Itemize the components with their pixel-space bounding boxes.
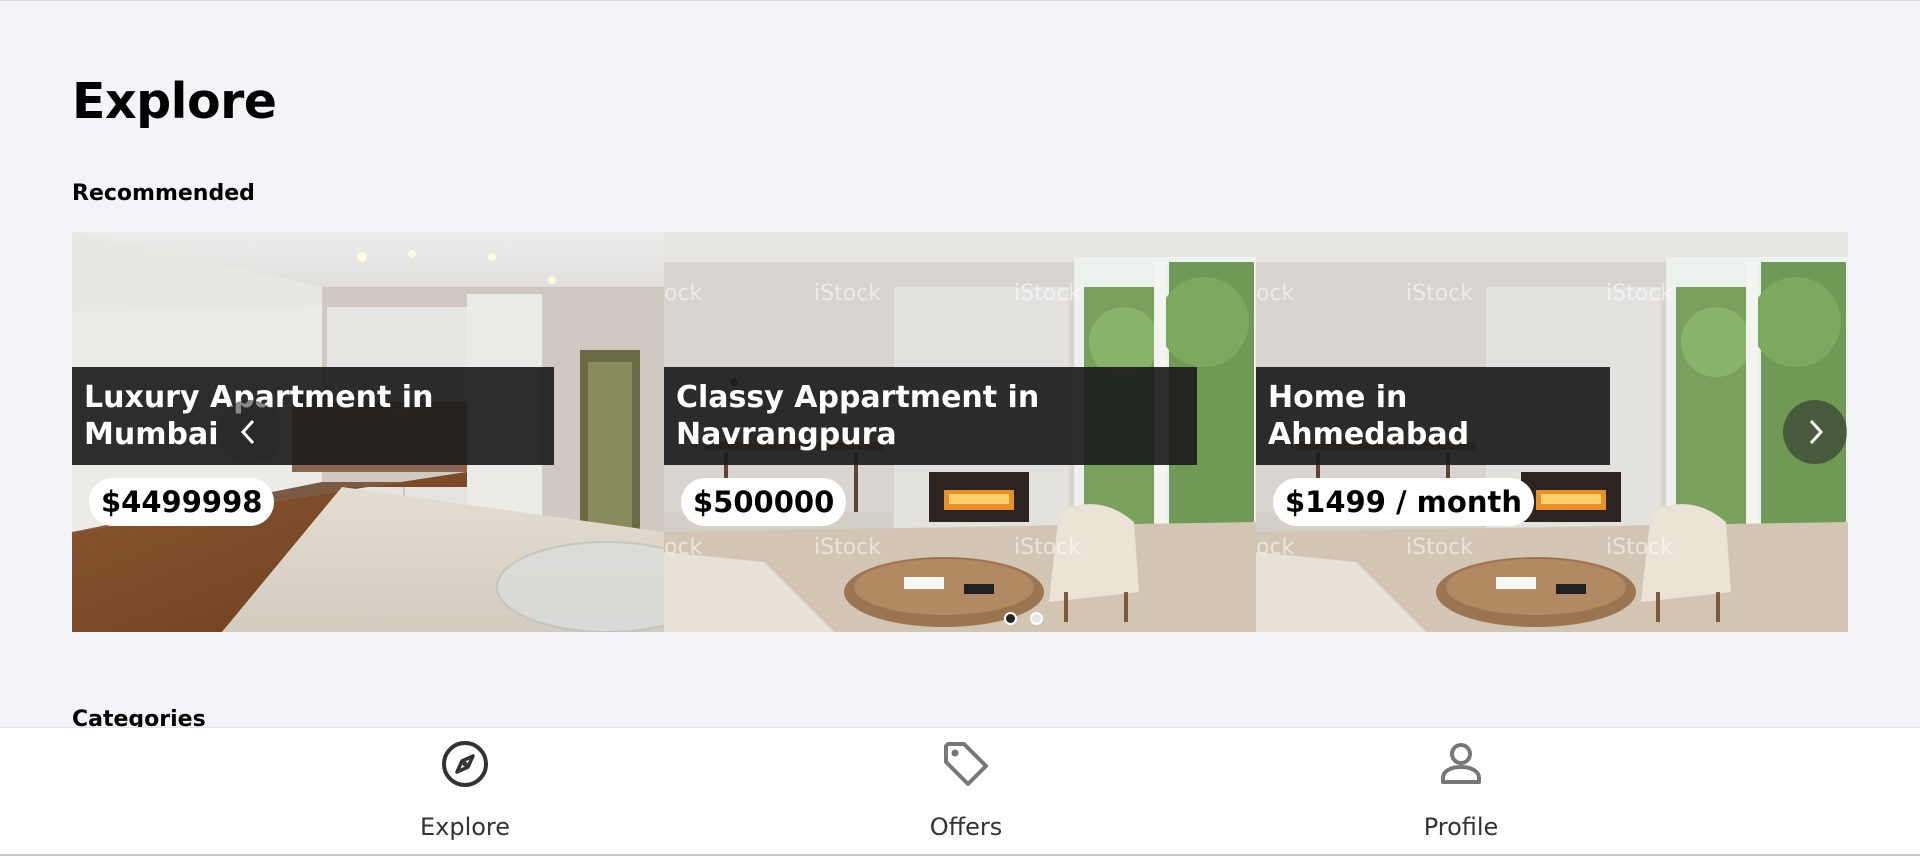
- svg-text:iStock: iStock: [1606, 535, 1673, 560]
- tag-icon: [944, 742, 988, 786]
- page-title: Explore: [72, 73, 277, 130]
- svg-text:iStock: iStock: [814, 535, 881, 560]
- nav-offers[interactable]: Offers: [866, 728, 1066, 856]
- listing-card[interactable]: ock iStock iStock ock iStock iStock Classy A…: [664, 232, 1256, 632]
- bottom-navigation: Explore Offers Profile: [0, 728, 1920, 856]
- listing-price: $500000: [681, 478, 847, 526]
- svg-text:iStock: iStock: [1014, 535, 1081, 560]
- chevron-right-icon: [1809, 419, 1824, 445]
- listing-card[interactable]: ock iStock iStock ock iStock iStock Home in …: [1256, 232, 1848, 632]
- listing-price: $4499998: [89, 478, 275, 526]
- pagination-dot[interactable]: [1030, 612, 1043, 625]
- svg-text:ock: ock: [664, 281, 703, 306]
- recommended-carousel[interactable]: Luxury Apartment in Mumbai $4499998 ock …: [72, 232, 1848, 632]
- nav-offers-label: Offers: [929, 813, 1003, 841]
- chevron-left-icon: [240, 419, 255, 445]
- nav-profile[interactable]: Profile: [1361, 728, 1561, 856]
- listing-price: $1499 / month: [1273, 478, 1534, 526]
- listing-title: Home in Ahmedabad: [1256, 367, 1610, 465]
- svg-text:iStock: iStock: [1406, 281, 1473, 306]
- recommended-heading: Recommended: [72, 181, 255, 206]
- nav-explore-label: Explore: [419, 813, 511, 841]
- svg-text:ock: ock: [1256, 535, 1295, 560]
- person-icon: [1441, 743, 1481, 784]
- compass-icon: [442, 741, 488, 787]
- listing-title: Luxury Apartment in Mumbai: [72, 367, 554, 465]
- nav-profile-label: Profile: [1423, 813, 1499, 841]
- svg-text:iStock: iStock: [1406, 535, 1473, 560]
- svg-text:iStock: iStock: [1606, 281, 1673, 306]
- svg-text:iStock: iStock: [1014, 281, 1081, 306]
- carousel-prev-button[interactable]: [217, 400, 281, 464]
- nav-explore[interactable]: Explore: [365, 728, 565, 856]
- listing-title: Classy Appartment in Navrangpura: [664, 367, 1197, 465]
- carousel-pagination: [1004, 612, 1043, 625]
- pagination-dot[interactable]: [1004, 612, 1017, 625]
- top-divider: [0, 0, 1920, 1]
- svg-text:ock: ock: [664, 535, 703, 560]
- carousel-next-button[interactable]: [1783, 400, 1847, 464]
- svg-text:ock: ock: [1256, 281, 1295, 306]
- listing-card[interactable]: Luxury Apartment in Mumbai $4499998: [72, 232, 664, 632]
- svg-text:iStock: iStock: [814, 281, 881, 306]
